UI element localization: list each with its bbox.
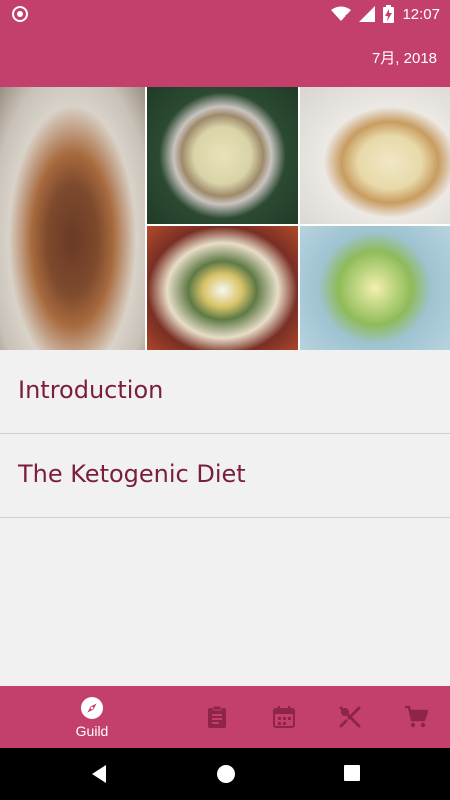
cauliflower-rice-bowl-image: [147, 226, 298, 350]
nav-item-shopping[interactable]: [398, 686, 434, 748]
battery-charging-icon: [383, 5, 395, 23]
bottom-navigation: Guild: [0, 686, 450, 748]
list-item-label: Introduction: [18, 376, 164, 404]
nav-item-clipboard[interactable]: [199, 686, 235, 748]
recent-apps-icon[interactable]: [343, 764, 361, 782]
notification-icon: [12, 6, 28, 22]
cheesecake-image: [300, 87, 450, 224]
status-bar: 12:07: [0, 0, 450, 28]
cart-icon: [405, 705, 428, 728]
nav-label-guild: Guild: [75, 722, 109, 739]
status-time: 12:07: [402, 5, 440, 23]
clipboard-icon: [208, 705, 226, 728]
home-icon[interactable]: [216, 764, 236, 784]
calendar-icon: [273, 706, 295, 728]
nav-item-calendar[interactable]: [266, 686, 302, 748]
wifi-icon: [331, 6, 352, 21]
compass-icon: [81, 696, 103, 719]
app-bar: 7月, 2018: [0, 28, 450, 87]
recipe-collage: [0, 87, 450, 350]
utensils-icon: [339, 706, 361, 728]
back-icon[interactable]: [90, 764, 108, 784]
zucchini-noodles-image: [300, 226, 450, 350]
status-icons: 12:07: [331, 4, 440, 24]
bacon-soup-image: [147, 87, 298, 224]
date-label[interactable]: 7月, 2018: [372, 47, 437, 68]
list-item-ketogenic-diet[interactable]: The Ketogenic Diet: [0, 434, 450, 518]
system-navigation-bar: [0, 748, 450, 800]
list-item-introduction[interactable]: Introduction: [0, 350, 450, 434]
list-item-label: The Ketogenic Diet: [18, 460, 246, 488]
nav-item-guild[interactable]: Guild: [62, 686, 122, 748]
signal-icon: [359, 6, 376, 22]
beef-stew-image: [0, 87, 145, 350]
nav-item-recipes[interactable]: [332, 686, 368, 748]
